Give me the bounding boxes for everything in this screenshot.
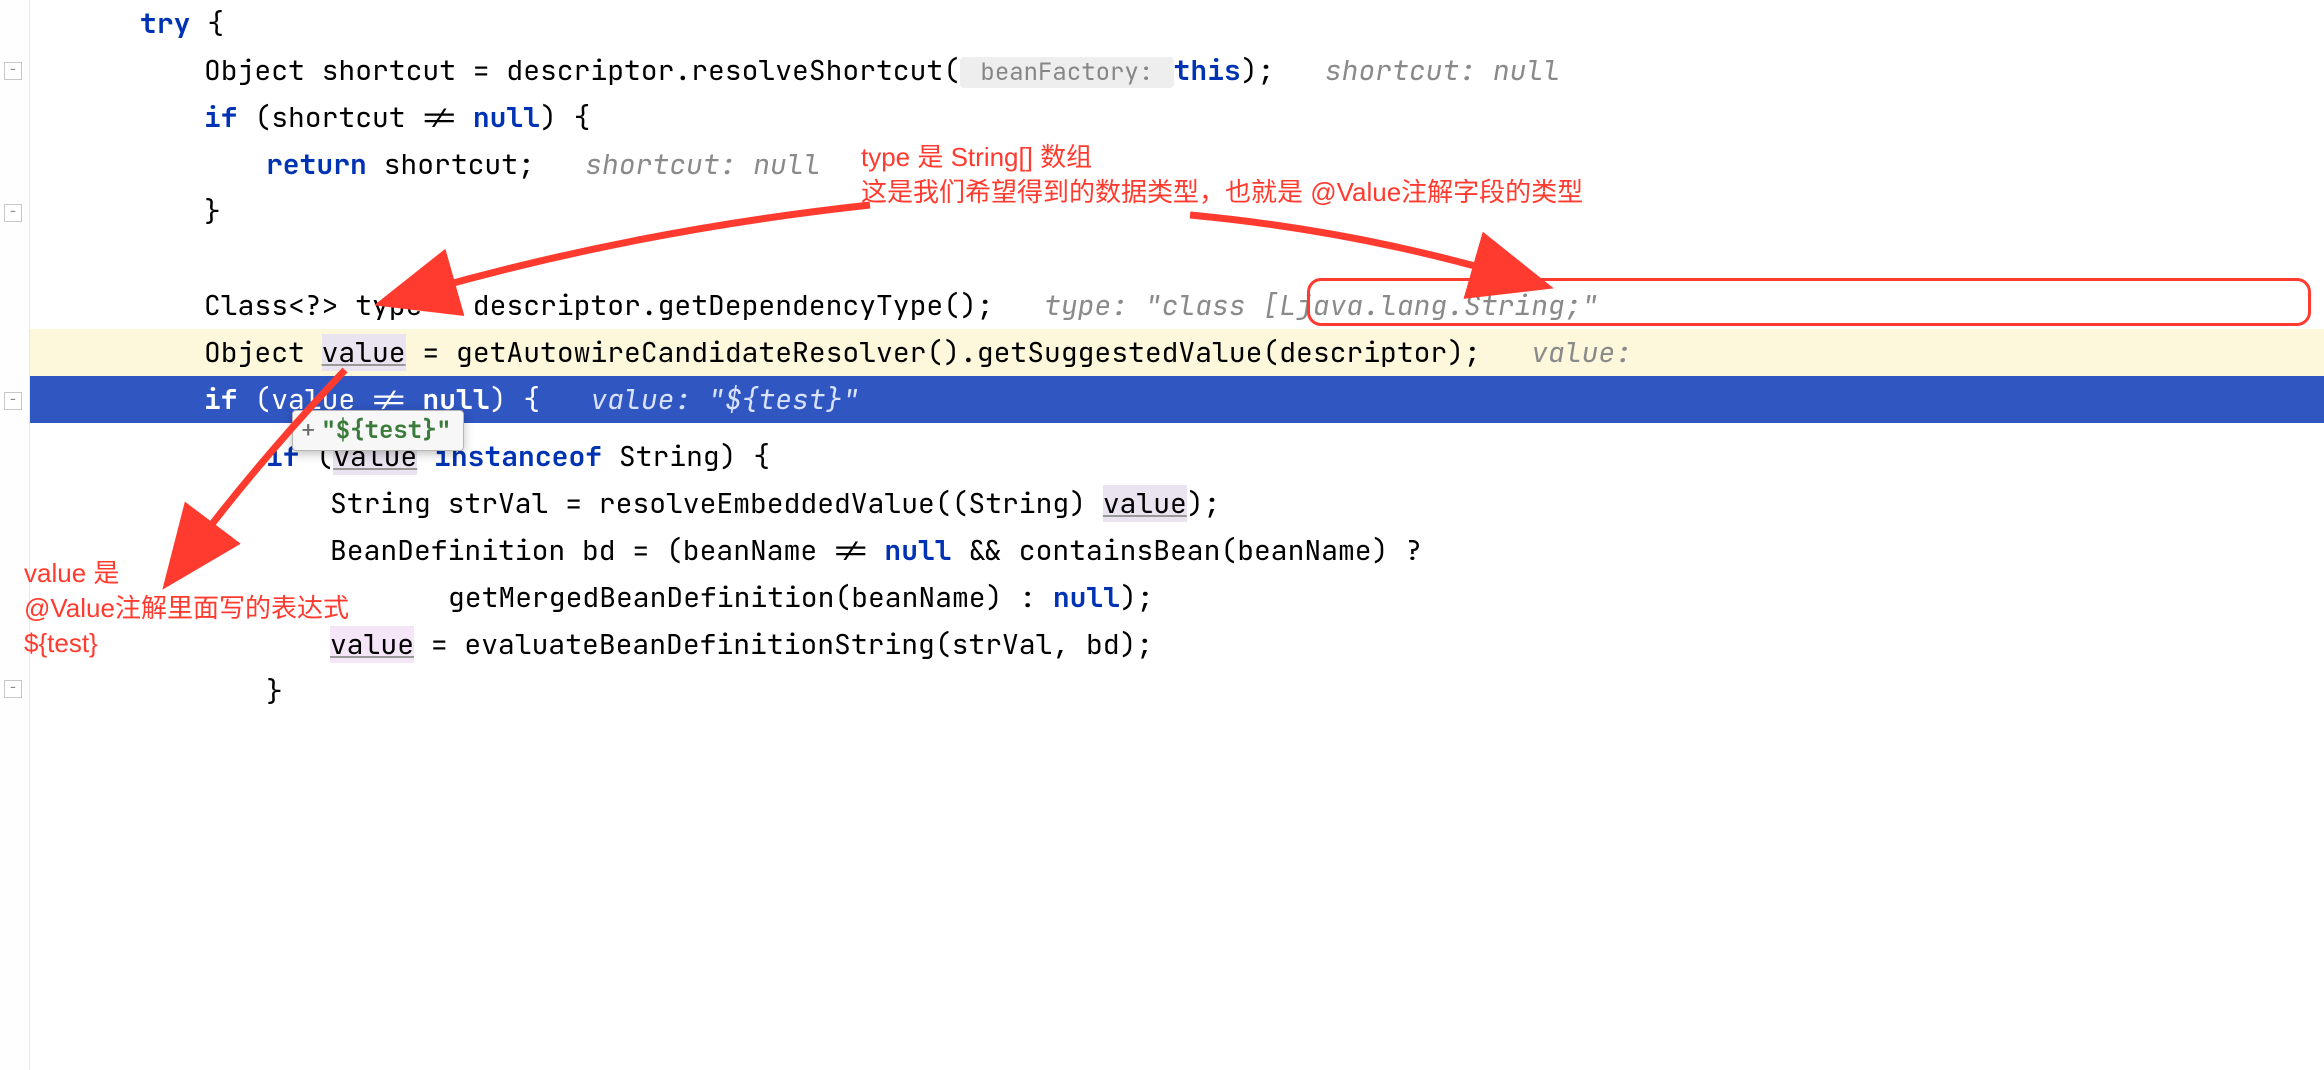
- code-line[interactable]: getMergedBeanDefinition(beanName) : null…: [30, 574, 2324, 621]
- annotation-text-type: type 是 String[] 数组 这是我们希望得到的数据类型，也就是 @Va…: [861, 140, 1583, 210]
- annotation-highlight-box: [1307, 278, 2311, 326]
- code-line[interactable]: value = evaluateBeanDefinitionString(str…: [30, 621, 2324, 668]
- keyword-null: null: [1053, 579, 1120, 616]
- keyword-null: null: [884, 532, 951, 569]
- identifier-value: value: [322, 334, 406, 371]
- code-line-highlighted[interactable]: Object value = getAutowireCandidateResol…: [30, 329, 2324, 376]
- code-line[interactable]: if (shortcut != null) {: [30, 94, 2324, 141]
- keyword-this: this: [1174, 52, 1241, 89]
- annotation-text-value: value 是 @Value注解里面写的表达式 ${test}: [24, 556, 349, 661]
- code-line[interactable]: Object shortcut = descriptor.resolveShor…: [30, 47, 2324, 94]
- keyword-if: if: [204, 99, 238, 136]
- code-line[interactable]: BeanDefinition bd = (beanName != null &&…: [30, 527, 2324, 574]
- code-line[interactable]: String strVal = resolveEmbeddedValue((St…: [30, 480, 2324, 527]
- editor-gutter: − − − −: [0, 0, 30, 1070]
- tooltip-value: "${test}": [321, 415, 451, 446]
- param-hint-beanfactory: beanFactory:: [960, 57, 1174, 88]
- fold-marker[interactable]: −: [4, 62, 22, 80]
- inline-hint-shortcut: shortcut: null: [1325, 52, 1560, 89]
- code-line[interactable]: }: [30, 668, 2324, 715]
- fold-marker[interactable]: −: [4, 204, 22, 222]
- expand-icon[interactable]: +: [301, 415, 315, 446]
- identifier-value: value: [1103, 485, 1187, 522]
- fold-marker[interactable]: −: [4, 392, 22, 410]
- code-line[interactable]: try {: [30, 0, 2324, 47]
- inline-hint-value: value:: [1531, 334, 1632, 371]
- keyword-null: null: [473, 99, 540, 136]
- keyword-try: try: [140, 5, 190, 42]
- keyword-return: return: [266, 146, 367, 183]
- keyword-if: if: [204, 381, 238, 418]
- debug-value-tooltip[interactable]: +"${test}": [292, 410, 464, 451]
- inline-hint-value: value: "${test}": [590, 381, 859, 418]
- inline-hint-shortcut: shortcut: null: [585, 146, 820, 183]
- fold-marker[interactable]: −: [4, 680, 22, 698]
